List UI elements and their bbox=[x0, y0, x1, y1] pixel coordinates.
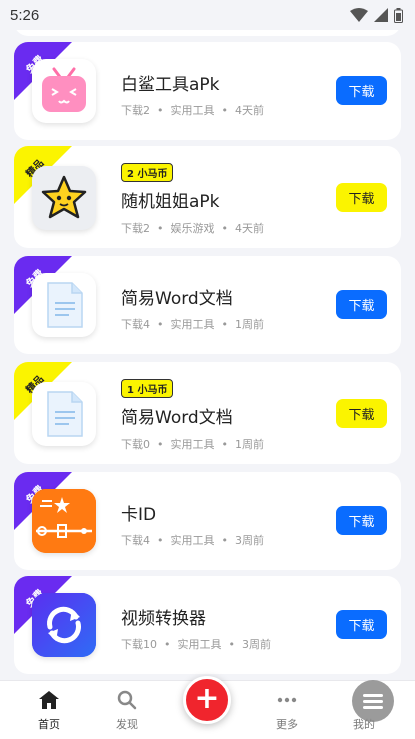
download-button[interactable]: 下载 bbox=[336, 290, 387, 319]
app-name: 简易Word文档 bbox=[121, 408, 233, 428]
nav-home[interactable]: 首页 bbox=[19, 681, 79, 739]
home-icon bbox=[39, 691, 59, 709]
app-card[interactable]: 免费 白鲨工具aPk 下载2•实用工具•4天前 下载 bbox=[14, 42, 401, 140]
document-icon bbox=[32, 273, 96, 337]
convert-arrows-icon bbox=[32, 593, 96, 657]
download-button[interactable]: 下载 bbox=[336, 399, 387, 428]
app-name: 简易Word文档 bbox=[121, 289, 233, 309]
app-meta: 下载0 • 实用工具 • 1周前 bbox=[121, 438, 264, 451]
plus-icon: + bbox=[194, 680, 220, 716]
status-time: 5:26 bbox=[10, 6, 40, 24]
app-meta: 下载2 • 实用工具 • 4天前 bbox=[121, 104, 264, 117]
search-icon bbox=[117, 690, 137, 710]
nav-more-label: 更多 bbox=[276, 718, 298, 731]
app-name: 随机姐姐aPk bbox=[121, 192, 220, 212]
app-card[interactable]: 免费 卡ID 下载4•实用工具•3周前 下载 bbox=[14, 472, 401, 570]
app-name: 卡ID bbox=[121, 505, 157, 525]
app-meta: 下载10 • 实用工具 • 3周前 bbox=[121, 638, 271, 651]
battery-icon bbox=[394, 7, 403, 23]
document-icon bbox=[32, 382, 96, 446]
coin-badge: 2 小马币 bbox=[121, 163, 174, 182]
nav-discover-label: 发现 bbox=[116, 718, 138, 731]
app-name: 视频转换器 bbox=[121, 609, 206, 629]
nav-more[interactable]: 更多 bbox=[257, 681, 317, 739]
app-name: 白鲨工具aPk bbox=[121, 75, 220, 95]
coin-badge: 1 小马币 bbox=[121, 379, 174, 398]
orange-card-icon bbox=[32, 489, 96, 553]
app-meta: 下载2 • 娱乐游戏 • 4天前 bbox=[121, 222, 264, 235]
download-button[interactable]: 下载 bbox=[336, 76, 387, 105]
app-card-partial bbox=[14, 30, 401, 36]
app-card[interactable]: 免费 简易Word文档 下载4•实用工具•1周前 下载 bbox=[14, 256, 401, 354]
menu-avatar-icon[interactable] bbox=[352, 680, 394, 722]
app-card[interactable]: 免费 视频转换器 下载10•实用工具•3周前 下载 bbox=[14, 576, 401, 674]
app-meta: 下载4 • 实用工具 • 3周前 bbox=[121, 534, 264, 547]
add-button[interactable]: + bbox=[183, 676, 231, 724]
status-icons bbox=[350, 7, 403, 23]
wifi-icon bbox=[350, 8, 368, 22]
signal-icon bbox=[374, 8, 388, 22]
download-button[interactable]: 下载 bbox=[336, 610, 387, 639]
download-button[interactable]: 下载 bbox=[336, 506, 387, 535]
app-card[interactable]: 精品 2 小马币 随机姐姐aPk 下载2•娱乐游戏•4天前 下载 bbox=[14, 146, 401, 248]
nav-home-label: 首页 bbox=[38, 718, 60, 731]
more-dots-icon bbox=[277, 697, 297, 703]
star-face-icon bbox=[32, 166, 96, 230]
status-bar: 5:26 bbox=[0, 0, 415, 30]
nav-discover[interactable]: 发现 bbox=[97, 681, 157, 739]
download-button[interactable]: 下载 bbox=[336, 183, 387, 212]
app-list[interactable]: 免费 白鲨工具aPk 下载2•实用工具•4天前 下载 精品 2 小马币 随机姐姐… bbox=[0, 30, 415, 680]
app-card[interactable]: 精品 1 小马币 简易Word文档 下载0•实用工具•1周前 下载 bbox=[14, 362, 401, 464]
app-meta: 下载4 • 实用工具 • 1周前 bbox=[121, 318, 264, 331]
pink-tv-mascot-icon bbox=[32, 59, 96, 123]
